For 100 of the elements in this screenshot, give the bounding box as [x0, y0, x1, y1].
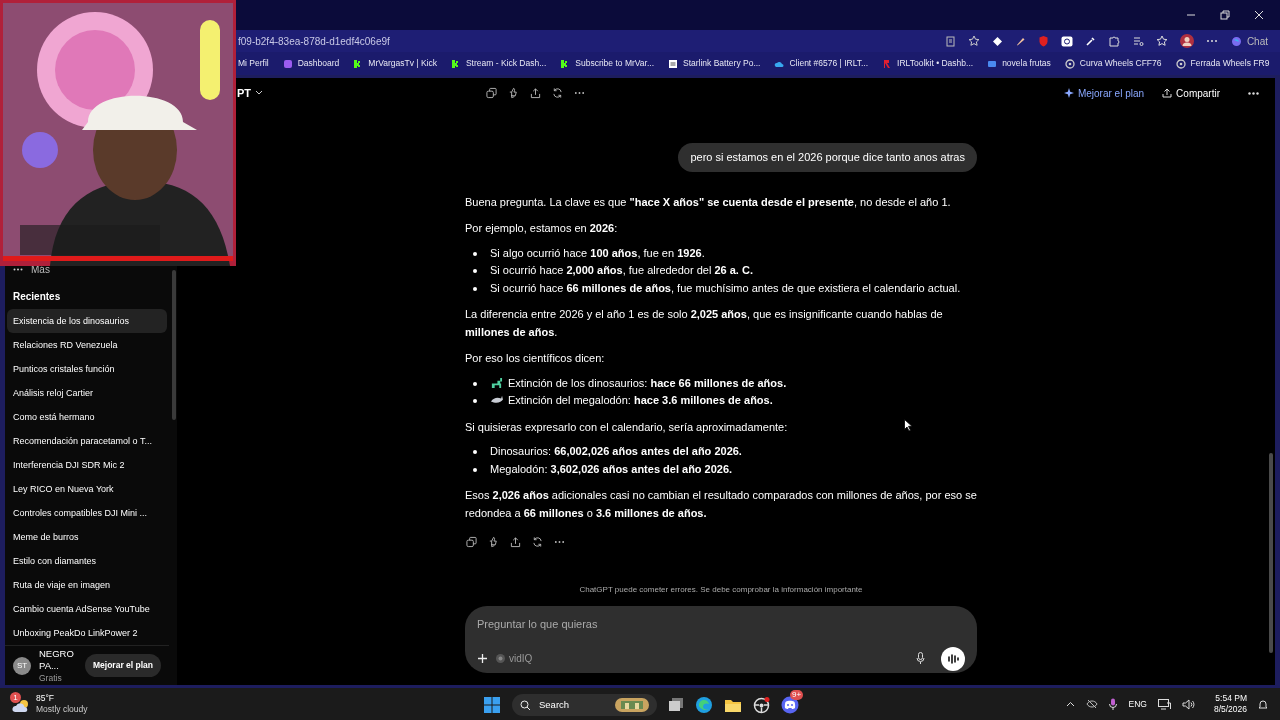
dropper-icon[interactable] [1084, 35, 1096, 47]
reader-icon[interactable] [944, 35, 956, 47]
bookmark-link[interactable]: Mi Perfil [238, 57, 269, 70]
chat-history-item[interactable]: Meme de burros [7, 525, 167, 550]
message-composer[interactable]: Preguntar lo que quieras vidIQ [465, 606, 977, 673]
site-icon[interactable] [1175, 58, 1186, 69]
site-icon[interactable] [668, 58, 678, 69]
bullet-icon [473, 450, 477, 454]
speaker-icon[interactable] [1181, 698, 1195, 710]
windows-start-icon[interactable] [483, 696, 501, 714]
building-icon[interactable] [615, 697, 649, 713]
scrollbar[interactable] [1269, 453, 1273, 653]
copy-icon[interactable] [466, 536, 477, 548]
chat-history-item[interactable]: Ley RICO en Nueva York [7, 477, 167, 502]
extension-icon[interactable] [1060, 35, 1073, 47]
regenerate-icon[interactable] [532, 536, 543, 548]
clock-time[interactable]: 5:54 PM [1215, 693, 1247, 704]
shield-icon[interactable] [1037, 35, 1049, 47]
close-icon[interactable] [1254, 10, 1264, 20]
chat-button[interactable]: Chat [1229, 33, 1268, 49]
sound-wave-icon[interactable] [947, 653, 959, 664]
bookmark-link[interactable]: Dashboard [282, 57, 340, 70]
answer-paragraph: Buena pregunta. La clave es que "hace X años" se cuenta desde el presente, no desde el año 1. [465, 194, 951, 210]
bookmark-link[interactable]: Stream - Kick Dash... [450, 57, 547, 70]
plus-icon[interactable] [477, 653, 488, 664]
clock-date[interactable]: 8/5/2026 [1213, 704, 1247, 715]
share-icon[interactable] [1162, 88, 1173, 98]
chat-history-item[interactable]: Controles compatibles DJI Mini ... [7, 501, 167, 526]
network-icon[interactable] [1157, 698, 1171, 710]
bookmark-link[interactable]: Curva Wheels CFF76 [1064, 57, 1162, 70]
taskbar-search[interactable]: Search [512, 694, 657, 716]
puzzle-icon[interactable] [1107, 35, 1120, 47]
language-indicator[interactable]: ENG [1128, 697, 1147, 711]
upgrade-plan-link[interactable]: Mejorar el plan [1063, 85, 1145, 101]
chat-history-item[interactable]: Como está hermano [7, 405, 167, 430]
notification-bell-icon[interactable] [1258, 698, 1268, 710]
sparkle-icon[interactable] [1063, 88, 1074, 98]
chat-history-item[interactable]: Punticos cristales función [7, 357, 167, 382]
bookmark-link[interactable]: MrVargasTv | Kick [353, 57, 437, 70]
discord-icon[interactable] [781, 696, 799, 714]
chat-history-item[interactable]: Existencia de los dinosaurios [7, 309, 167, 334]
list-item-text: Si algo ocurrió hace 100 años, fue en 1926. [490, 245, 705, 261]
hidden-eye-icon[interactable] [1086, 699, 1099, 709]
voice-button[interactable] [941, 646, 965, 671]
vidiq-icon[interactable] [496, 654, 505, 663]
regenerate-icon[interactable] [552, 87, 564, 99]
share-icon[interactable] [510, 536, 521, 548]
steering-wheel-icon[interactable] [753, 696, 770, 714]
answer-paragraph: Por ejemplo, estamos en 2026: [465, 221, 618, 236]
site-icon[interactable] [450, 58, 461, 69]
bookmark-link[interactable]: IRLToolkit • Dashb... [882, 57, 974, 70]
share-button[interactable]: Compartir [1162, 85, 1220, 101]
more-icon[interactable] [13, 267, 23, 271]
chat-history-item[interactable]: Ruta de viaje en imagen [7, 573, 167, 598]
collections-icon[interactable] [1131, 35, 1144, 47]
chevron-down-icon[interactable] [255, 90, 264, 96]
site-icon[interactable] [1064, 58, 1075, 69]
model-selector[interactable]: PT [237, 84, 264, 102]
edge-browser-icon[interactable] [695, 696, 713, 714]
bookmark-link[interactable]: Starlink Battery Po... [668, 57, 761, 70]
chat-history-item[interactable]: Cambio cuenta AdSense YouTube [7, 597, 167, 622]
shark-icon [490, 394, 503, 406]
address-url[interactable]: f09-b2f4-83ea-878d-d1edf4c06e9f [238, 33, 945, 49]
star-icon[interactable] [967, 35, 980, 47]
user-name: NEGRO PA... [39, 647, 75, 672]
chat-history-item[interactable]: Relaciones RD Venezuela [7, 333, 167, 358]
task-view-icon[interactable] [668, 697, 684, 713]
bookmark-link[interactable]: novela frutas [987, 57, 1051, 70]
chat-history-item[interactable]: Unboxing PeakDo LinkPower 2 [7, 621, 167, 646]
more-icon[interactable] [1205, 39, 1218, 43]
bullet-icon [473, 269, 477, 273]
chevron-up-icon[interactable] [1066, 701, 1076, 707]
bookmark-link[interactable]: Client #6576 | IRLT... [774, 57, 869, 70]
upgrade-button[interactable]: Mejorar el plan [85, 654, 161, 678]
message-input[interactable]: Preguntar lo que quieras [477, 616, 965, 633]
restore-icon[interactable] [1220, 10, 1230, 20]
temperature[interactable]: 85°F [36, 693, 88, 704]
extension-icon[interactable] [991, 35, 1003, 47]
list-item-text: Dinosaurios: 66,002,026 años antes del año 2026. [490, 444, 742, 459]
chat-history-item[interactable]: Interferencia DJI SDR Mic 2 [7, 453, 167, 478]
bookmark-link[interactable]: Ferrada Wheels FR9 [1175, 57, 1270, 70]
microphone-icon[interactable] [916, 652, 925, 665]
chat-history-item[interactable]: Recomendación paracetamol o T... [7, 429, 167, 454]
chat-history-item[interactable]: Estilo con diamantes [7, 549, 167, 574]
chat-history-item[interactable]: Análisis reloj Cartier [7, 381, 167, 406]
copilot-icon[interactable] [1229, 34, 1243, 48]
scrollbar[interactable] [172, 270, 176, 420]
bookmark-link[interactable]: Subscribe to MrVar... [560, 57, 654, 70]
vidiq-tool[interactable]: vidIQ [496, 651, 533, 666]
favorites-icon[interactable] [1155, 35, 1168, 47]
list-item-text: Extinción de los dinosaurios: hace 66 millones de años. [508, 375, 787, 391]
more-icon[interactable] [1248, 91, 1259, 95]
microphone-icon[interactable] [1109, 698, 1118, 710]
profile-avatar-icon[interactable] [1179, 34, 1194, 48]
pen-icon[interactable] [1014, 35, 1026, 47]
share-icon[interactable] [530, 87, 542, 99]
folder-icon[interactable] [724, 697, 742, 713]
search-icon[interactable] [520, 699, 531, 711]
weather-condition[interactable]: Mostly cloudy [36, 704, 88, 715]
copy-icon[interactable] [486, 87, 498, 99]
